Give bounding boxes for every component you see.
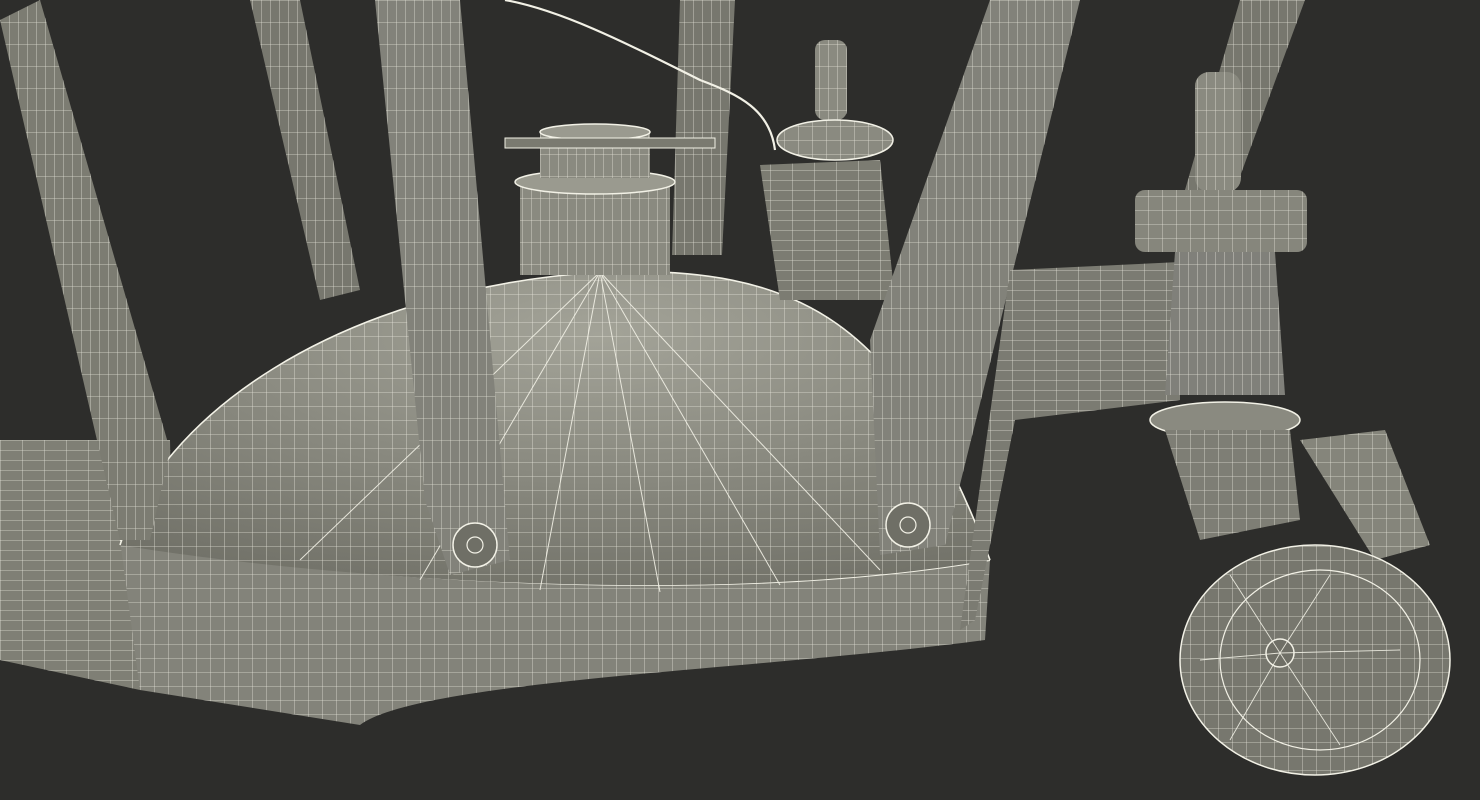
back-leg-left — [250, 0, 360, 300]
brake-lever — [1300, 430, 1430, 560]
wireframe-render — [0, 0, 1480, 800]
caster-fork — [1165, 430, 1300, 540]
back-leg-center — [672, 0, 735, 255]
wireframe-model — [0, 0, 1451, 776]
clamp-knob-center — [760, 40, 895, 300]
caster-wheel — [1179, 544, 1451, 776]
dome — [119, 270, 991, 593]
